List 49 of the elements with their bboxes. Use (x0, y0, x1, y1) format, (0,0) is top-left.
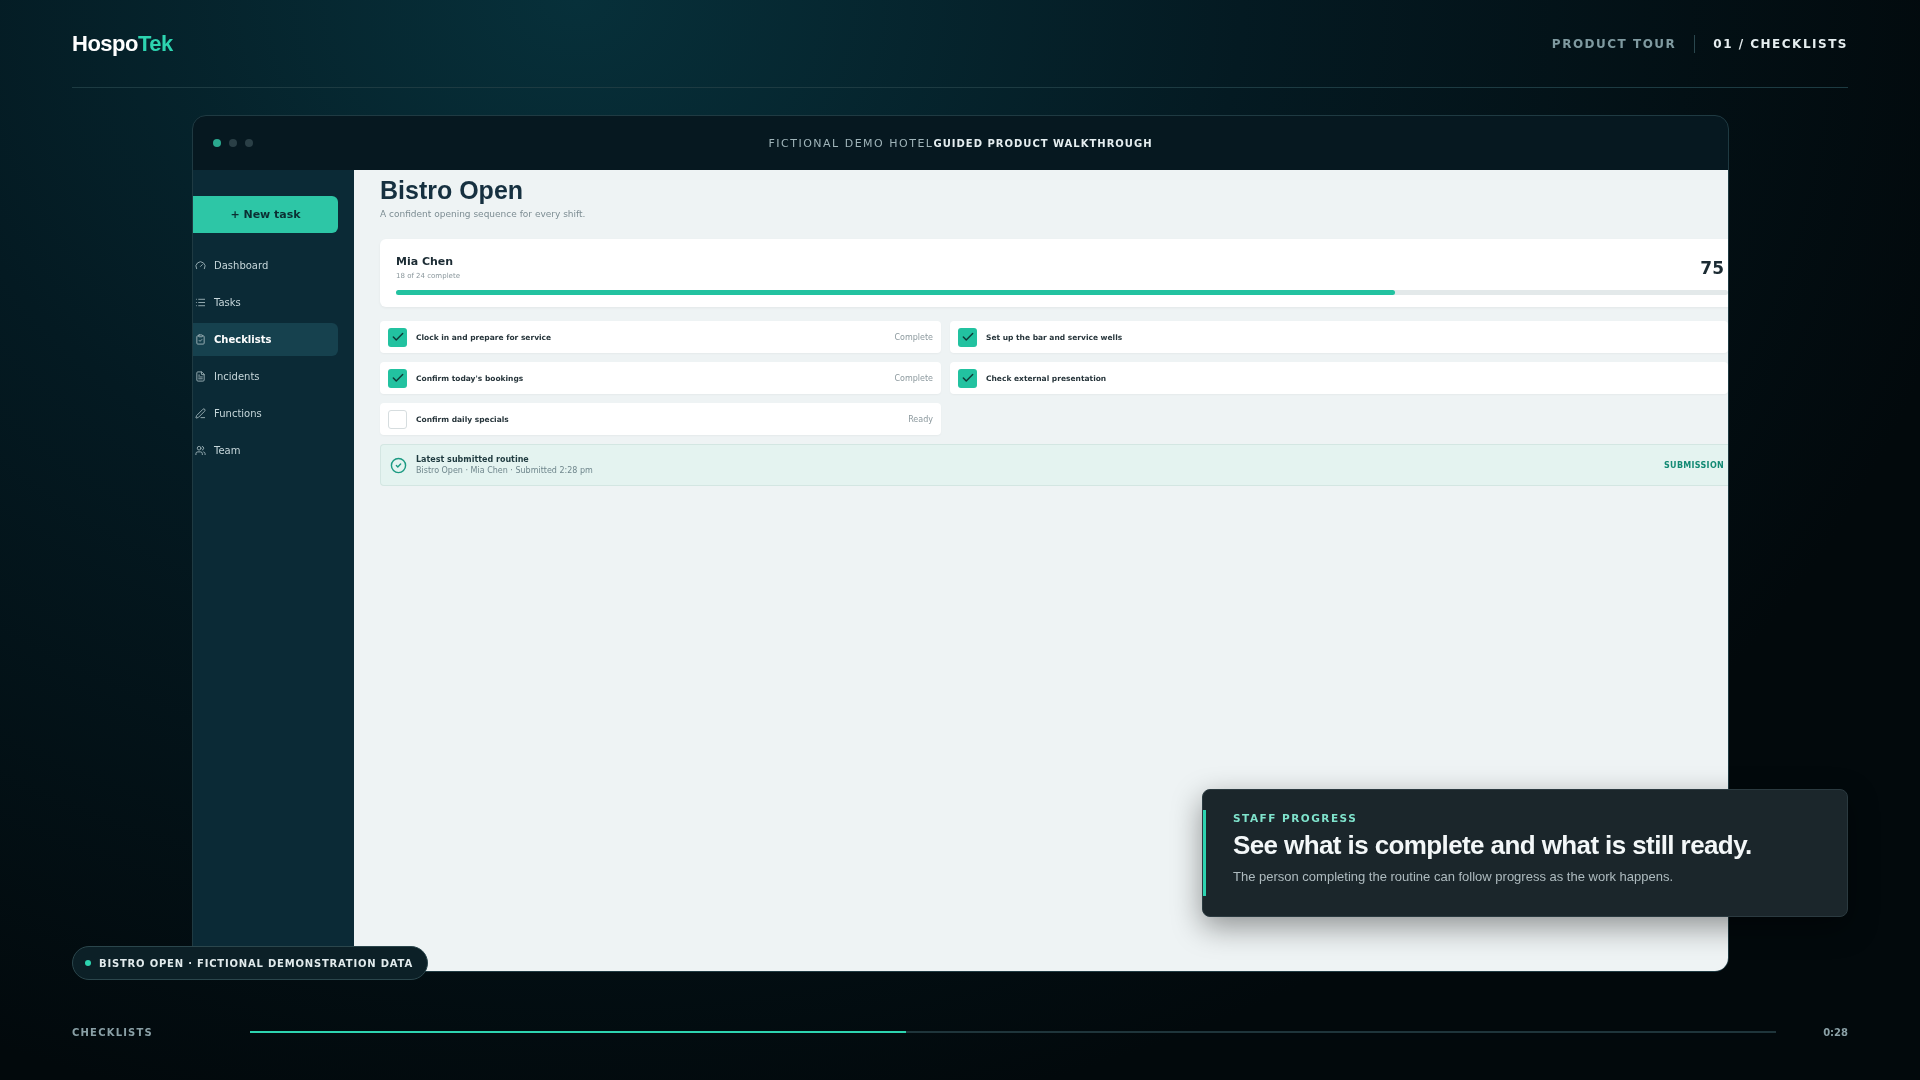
sidebar-item[interactable]: Incidents (193, 360, 338, 393)
window-dot (245, 139, 253, 147)
page-subtitle: A confident opening sequence for every shift. (380, 209, 587, 219)
check-circle-icon (390, 456, 407, 474)
chapter-label: CHECKLISTS (72, 1026, 154, 1038)
latest-title: Latest submitted routine (416, 455, 530, 464)
checkbox[interactable] (958, 368, 977, 388)
sidebar-item[interactable]: Dashboard (193, 249, 338, 282)
document-icon (195, 371, 206, 382)
check-icon (960, 371, 975, 385)
progress-percent: 75 (1700, 257, 1725, 278)
pen-icon (195, 408, 206, 419)
users-icon (195, 445, 206, 456)
checkbox[interactable] (388, 409, 407, 429)
timeline-track[interactable] (250, 1031, 1776, 1033)
staff-name: Mia Chen (396, 255, 455, 268)
window-dot (229, 139, 237, 147)
clipboard-icon (195, 334, 206, 345)
list-icon (195, 297, 206, 308)
caption-eyebrow: STAFF PROGRESS (1233, 812, 1359, 824)
checkbox[interactable] (388, 327, 407, 347)
check-icon (390, 330, 405, 344)
sidebar-item[interactable]: Functions (193, 397, 338, 430)
nav-link[interactable]: PRODUCT TOUR (1551, 36, 1677, 51)
checkbox[interactable] (388, 368, 407, 388)
gauge-icon (195, 260, 206, 271)
sidebar-item[interactable]: Team (193, 434, 338, 467)
time-label: 0:28 (1822, 1026, 1848, 1038)
latest-meta: Bistro Open · Mia Chen · Submitted 2:28 pm (416, 466, 593, 475)
task-status: Complete (894, 373, 933, 383)
window-title: FICTIONAL DEMO HOTEL (768, 136, 934, 150)
submission-link[interactable]: SUBMISSION (1664, 460, 1728, 470)
caption-body: The person completing the routine can follow progress as the work happens. (1233, 869, 1675, 884)
sidebar-item[interactable]: Tasks (193, 286, 338, 319)
window-subtitle: GUIDED PRODUCT WALKTHROUGH (933, 137, 1153, 149)
badge-label: BISTRO OPEN · FICTIONAL DEMONSTRATION DATA (99, 957, 413, 969)
caption-heading: See what is complete and what is still ready. (1233, 830, 1753, 861)
page-title: Bistro Open (380, 176, 525, 205)
nav-link[interactable]: 01 / CHECKLISTS (1713, 36, 1848, 51)
task-status: Complete (894, 332, 933, 342)
check-icon (390, 371, 405, 385)
logo: HospoTek (72, 30, 173, 57)
new-task-button[interactable]: + New task (193, 196, 338, 233)
check-icon (960, 330, 975, 344)
task-status: Ready (908, 414, 933, 424)
window-dot (213, 139, 221, 147)
status-dot (85, 960, 91, 966)
sidebar-item[interactable]: Checklists (193, 323, 338, 356)
checkbox[interactable] (958, 327, 977, 347)
